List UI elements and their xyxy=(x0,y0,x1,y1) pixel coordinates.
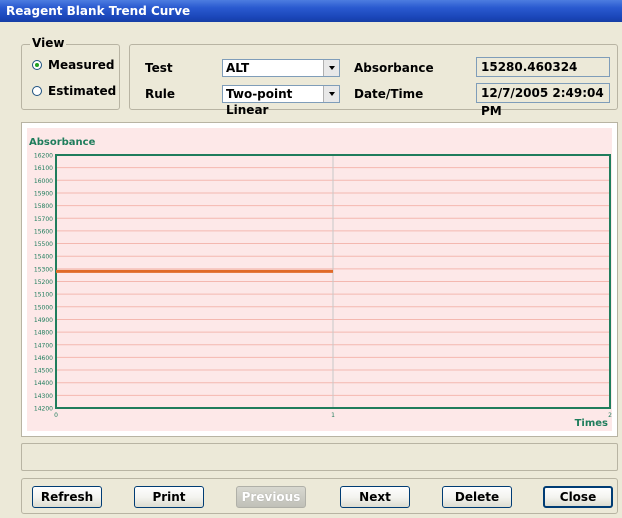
y-tick-label: 14700 xyxy=(34,342,53,349)
y-tick-label: 15300 xyxy=(34,266,53,273)
y-tick-label: 15200 xyxy=(34,279,53,286)
datetime-value: 12/7/2005 2:49:04 PM xyxy=(476,83,610,118)
radio-button-icon xyxy=(32,60,42,70)
button-bar xyxy=(21,478,618,514)
y-tick-label: 15500 xyxy=(34,241,53,248)
y-tick-label: 16200 xyxy=(34,153,53,160)
chevron-down-icon[interactable] xyxy=(323,60,339,76)
radio-estimated-label: Estimated xyxy=(48,84,117,98)
y-tick-label: 15400 xyxy=(34,254,53,261)
rule-select[interactable]: Two-point Linear xyxy=(222,85,340,117)
x-tick-label: 2 xyxy=(608,412,612,419)
y-tick-label: 15900 xyxy=(34,190,53,197)
y-tick-label: 16000 xyxy=(34,178,53,185)
view-legend: View xyxy=(30,36,67,50)
chevron-down-icon[interactable] xyxy=(323,86,339,102)
y-tick-label: 14600 xyxy=(34,355,53,362)
chart-frame: 16200 16100 16000 15900 15800 15700 15600 15500… xyxy=(21,122,618,437)
radio-measured-label: Measured xyxy=(48,58,115,72)
trend-chart: 16200 16100 16000 15900 15800 15700 15600 15500… xyxy=(29,137,612,429)
refresh-button[interactable]: Refresh xyxy=(32,486,102,508)
print-button[interactable]: Print xyxy=(134,486,204,508)
absorbance-value: 15280.460324 xyxy=(476,57,610,77)
y-tick-label: 14800 xyxy=(34,330,53,337)
y-tick-label: 14500 xyxy=(34,368,53,375)
test-select-value: ALT xyxy=(226,61,250,75)
y-tick-label: 15600 xyxy=(34,228,53,235)
y-tick-label: 15700 xyxy=(34,216,53,223)
radio-estimated[interactable]: Estimated xyxy=(32,84,116,98)
previous-button[interactable]: Previous xyxy=(236,486,306,508)
x-axis-label: Times xyxy=(575,418,608,429)
test-label: Test xyxy=(145,61,173,75)
close-button[interactable]: Close xyxy=(543,486,613,508)
y-tick-label: 14900 xyxy=(34,317,53,324)
datetime-label: Date/Time xyxy=(354,87,424,101)
y-axis-label: Absorbance xyxy=(29,137,96,148)
rule-label: Rule xyxy=(145,87,176,101)
chart-area: 16200 16100 16000 15900 15800 15700 15600 15500… xyxy=(27,128,612,431)
y-tick-label: 14200 xyxy=(34,406,53,413)
absorbance-label: Absorbance xyxy=(354,61,434,75)
next-button[interactable]: Next xyxy=(340,486,410,508)
status-bar xyxy=(21,443,618,471)
y-tick-label: 15000 xyxy=(34,304,53,311)
test-select[interactable]: ALT xyxy=(222,59,340,77)
y-tick-label: 14400 xyxy=(34,380,53,387)
view-group: View Measured Estimated xyxy=(21,36,120,110)
y-tick-label: 14300 xyxy=(34,393,53,400)
y-tick-label: 15800 xyxy=(34,203,53,210)
delete-button[interactable]: Delete xyxy=(442,486,512,508)
x-tick-label: 0 xyxy=(54,412,58,419)
y-tick-label: 16100 xyxy=(34,165,53,172)
radio-button-icon xyxy=(32,86,42,96)
radio-measured[interactable]: Measured xyxy=(32,58,115,72)
x-tick-label: 1 xyxy=(331,412,335,419)
reagent-blank-window: Reagent Blank Trend Curve View Measured … xyxy=(0,0,622,518)
y-tick-label: 15100 xyxy=(34,292,53,299)
title-bar: Reagent Blank Trend Curve xyxy=(0,0,622,22)
rule-select-value: Two-point Linear xyxy=(226,87,293,117)
